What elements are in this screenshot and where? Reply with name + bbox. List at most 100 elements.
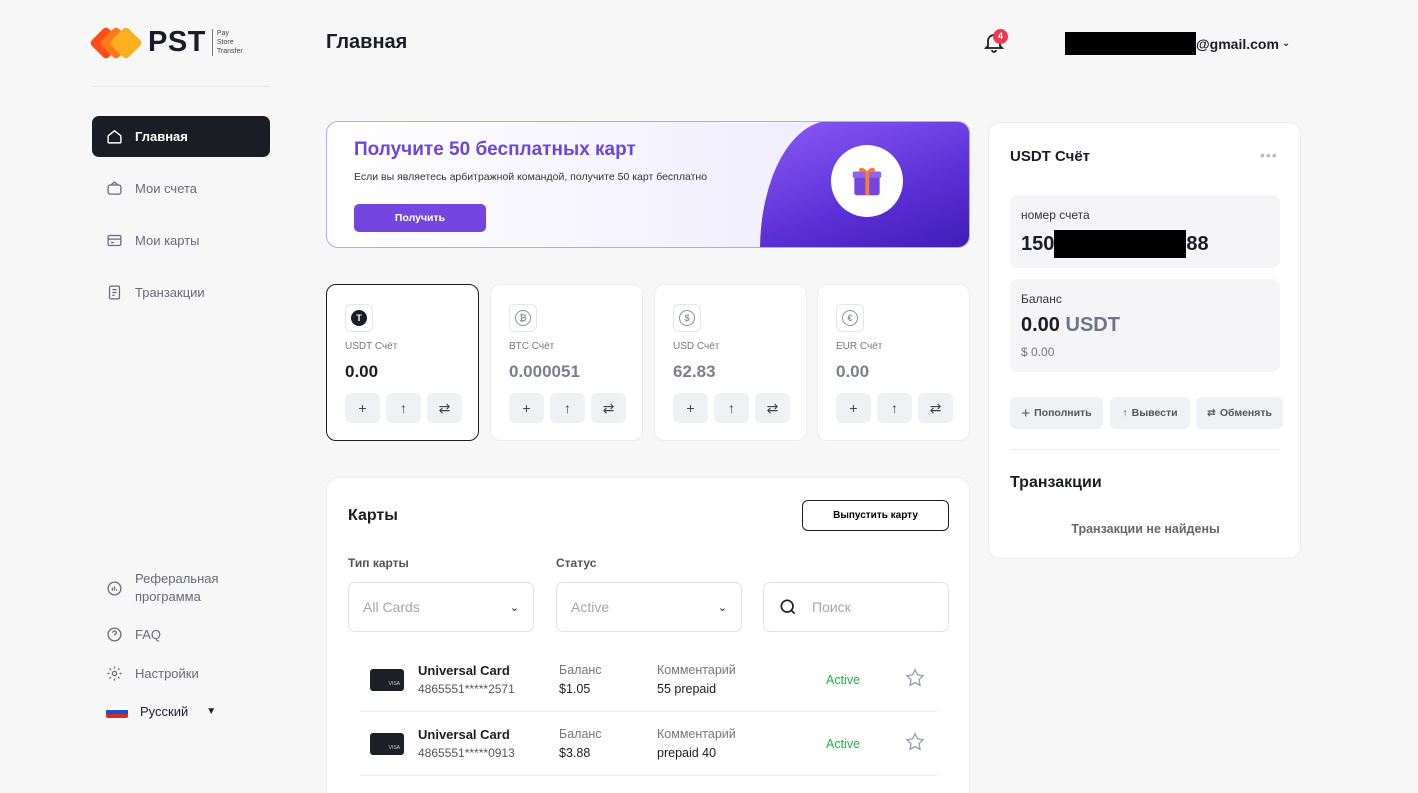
balance-box: Баланс 0.00 USDT $ 0.00: [1010, 279, 1280, 372]
logo-mark-icon: [89, 25, 143, 60]
balance-label: Баланс: [559, 727, 602, 741]
chevron-down-icon: ▼: [206, 706, 217, 717]
account-number-label: номер счета: [1021, 208, 1090, 222]
gear-icon: [107, 666, 122, 681]
redacted-number: [1054, 230, 1187, 258]
deposit-button[interactable]: +: [345, 393, 380, 423]
sidebar-item-settings[interactable]: Настройки: [92, 665, 270, 682]
sidebar-item-label: Главная: [135, 129, 188, 144]
russia-flag-icon: [106, 705, 128, 718]
deposit-button[interactable]: +: [836, 393, 871, 423]
account-label: USD Счёт: [673, 341, 720, 352]
card-type-label: Тип карты: [348, 556, 409, 570]
promo-banner: Получите 50 бесплатных карт Если вы явля…: [326, 121, 970, 248]
exchange-button[interactable]: ⇄: [427, 393, 462, 423]
user-menu[interactable]: @gmail.com ⌄: [1065, 32, 1290, 55]
status-select[interactable]: Active ⌄: [556, 582, 742, 632]
promo-get-button[interactable]: Получить: [354, 204, 486, 232]
promo-text: Если вы являетесь арбитражной командой, …: [354, 171, 708, 183]
withdraw-button[interactable]: ↑: [877, 393, 912, 423]
sidebar-item-label: Мои счета: [135, 181, 198, 196]
notification-badge: 4: [993, 29, 1008, 44]
usdt-icon: T: [345, 304, 373, 332]
account-tile-usdt[interactable]: T USDT Счёт 0.00 + ↑ ⇄: [326, 284, 479, 441]
status-badge: Active: [826, 673, 861, 687]
btc-icon: ₿: [509, 304, 537, 332]
account-balance: 62.83: [673, 362, 716, 381]
status-label: Статус: [556, 556, 597, 570]
transactions-title: Транзакции: [1010, 474, 1102, 491]
logo-subtitle: Pay Store Transfer: [211, 29, 243, 56]
language-selector[interactable]: Русский ▼: [92, 704, 270, 719]
search-input[interactable]: Поиск: [763, 582, 949, 632]
wallet-icon: [107, 181, 122, 195]
withdraw-button[interactable]: ↑: [714, 393, 749, 423]
card-icon: [107, 234, 122, 247]
account-number: 150 88: [1021, 230, 1209, 258]
gift-icon: [831, 145, 903, 217]
sidebar-item-faq[interactable]: FAQ: [92, 626, 270, 643]
account-label: USDT Счёт: [345, 341, 398, 352]
sidebar-item-accounts[interactable]: Мои счета: [92, 168, 270, 209]
search-icon: [780, 599, 796, 615]
exchange-button[interactable]: ⇄ Обменять: [1196, 397, 1283, 429]
withdraw-button[interactable]: ↑: [550, 393, 585, 423]
account-balance: 0.00: [345, 362, 379, 381]
help-icon: [107, 627, 122, 642]
account-label: EUR Счёт: [836, 341, 883, 352]
card-type-select[interactable]: All Cards ⌄: [348, 582, 534, 632]
sidebar-item-label: Настройки: [135, 666, 199, 681]
deposit-button[interactable]: +: [509, 393, 544, 423]
withdraw-button[interactable]: ↑: [386, 393, 421, 423]
home-icon: [107, 129, 122, 144]
sidebar-item-referral[interactable]: Реферальная программа: [92, 570, 270, 606]
sidebar-item-label: Реферальная: [135, 571, 219, 586]
sidebar-item-label: Мои карты: [135, 233, 200, 248]
issue-card-button[interactable]: Выпустить карту: [802, 500, 949, 531]
sidebar-divider: [92, 86, 270, 87]
account-detail-panel: USDT Счёт ••• номер счета 150 88 Баланс 0…: [988, 122, 1301, 559]
logo-text: PST: [148, 26, 206, 58]
star-icon[interactable]: [904, 667, 926, 689]
card-comment: 55 prepaid: [657, 682, 717, 696]
account-tile-eur[interactable]: € EUR Счёт 0.00 + ↑ ⇄: [817, 284, 970, 441]
exchange-button[interactable]: ⇄: [591, 393, 626, 423]
account-label: BTC Счёт: [509, 341, 555, 352]
redacted-email: [1065, 32, 1196, 55]
sidebar-item-label: FAQ: [135, 627, 162, 642]
promo-title: Получите 50 бесплатных карт: [354, 139, 636, 160]
account-balance: 0.000051: [509, 362, 580, 381]
table-row[interactable]: VISA Universal Card 4865551*****0913 Бал…: [360, 713, 937, 776]
panel-divider: [1010, 449, 1280, 450]
receipt-icon: [108, 285, 121, 300]
exchange-button[interactable]: ⇄: [755, 393, 790, 423]
account-tile-btc[interactable]: ₿ BTC Счёт 0.000051 + ↑ ⇄: [490, 284, 643, 441]
table-row[interactable]: VISA Universal Card 4865551*****2571 Бал…: [360, 649, 937, 712]
exchange-button[interactable]: ⇄: [918, 393, 953, 423]
card-thumbnail: VISA: [370, 669, 404, 691]
star-icon[interactable]: [904, 731, 926, 753]
deposit-button[interactable]: +: [673, 393, 708, 423]
referral-icon: [107, 580, 122, 596]
sidebar-item-transactions[interactable]: Транзакции: [92, 272, 270, 313]
sidebar-item-label: Транзакции: [135, 285, 205, 300]
chevron-down-icon: ⌄: [717, 601, 727, 614]
cards-panel: Карты Выпустить карту Тип карты Статус A…: [326, 477, 970, 793]
chevron-down-icon: ⌄: [1281, 38, 1291, 49]
comment-label: Комментарий: [657, 663, 736, 677]
logo[interactable]: PST Pay Store Transfer: [89, 25, 243, 60]
account-tile-usd[interactable]: $ USD Счёт 62.83 + ↑ ⇄: [654, 284, 807, 441]
account-panel-title: USDT Счёт: [1010, 148, 1091, 165]
chevron-down-icon: ⌄: [509, 601, 519, 614]
deposit-button[interactable]: + Пополнить: [1010, 397, 1103, 429]
page-title: Главная: [326, 31, 408, 53]
withdraw-button[interactable]: ↑ Вывести: [1110, 397, 1190, 429]
language-label: Русский: [140, 704, 189, 719]
card-name: Universal Card: [418, 727, 510, 742]
sidebar-item-home[interactable]: Главная: [92, 116, 270, 157]
sidebar-item-cards[interactable]: Мои карты: [92, 220, 270, 261]
card-balance: $3.88: [559, 746, 591, 760]
comment-label: Комментарий: [657, 727, 736, 741]
more-icon[interactable]: •••: [1260, 147, 1278, 163]
card-comment: prepaid 40: [657, 746, 717, 760]
